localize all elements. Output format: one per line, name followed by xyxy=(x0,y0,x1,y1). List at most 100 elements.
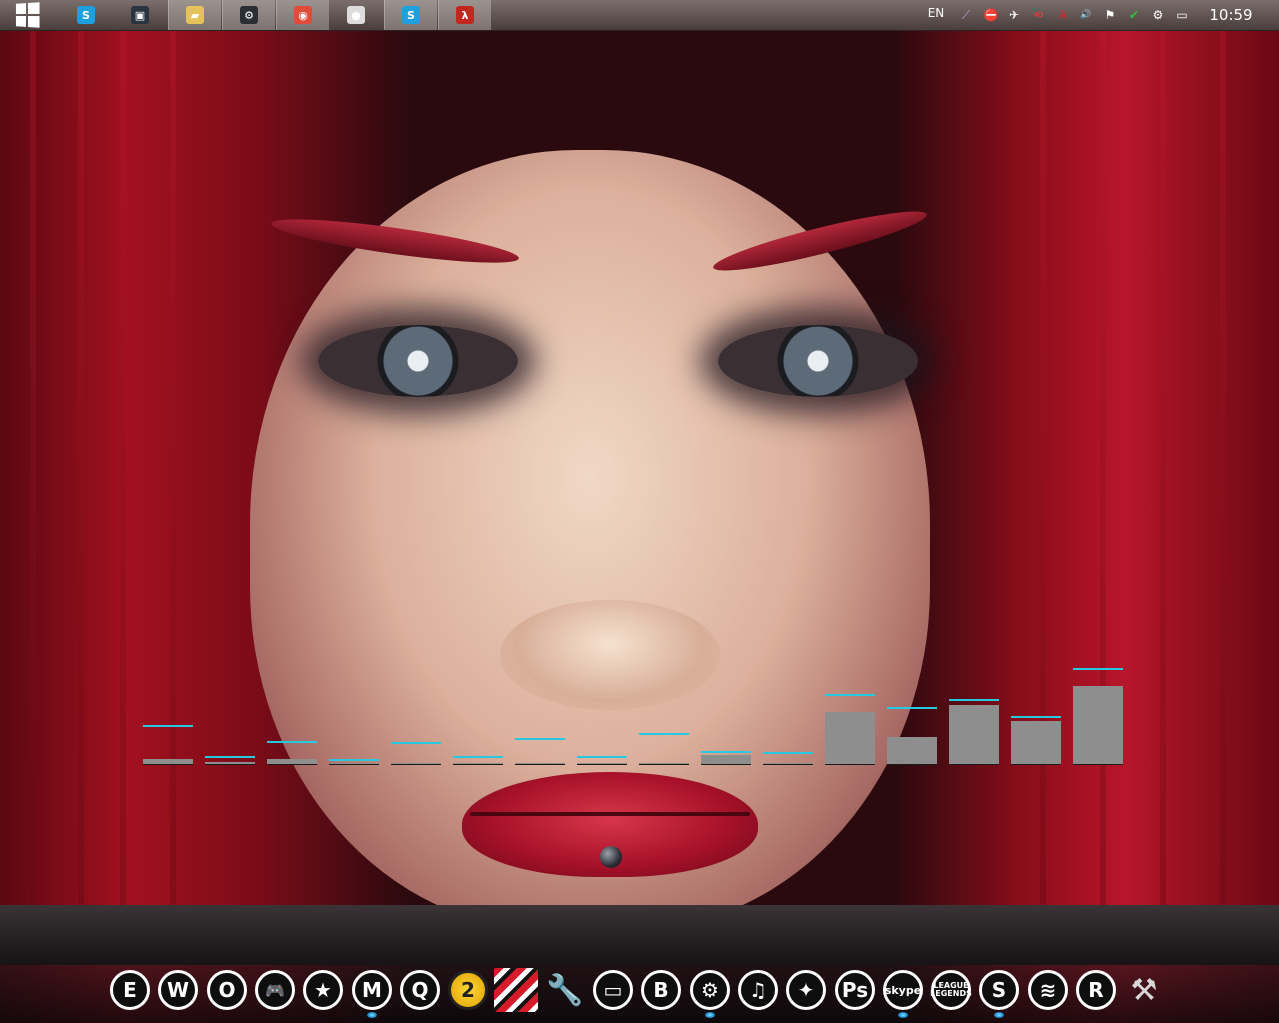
w-icon: W xyxy=(158,970,198,1010)
m-icon: M xyxy=(352,970,392,1010)
check-icon: ✔ xyxy=(1128,8,1140,22)
visualizer-peak xyxy=(515,738,565,740)
wrench-icon: 🔧 xyxy=(546,972,584,1008)
visualizer-baseline xyxy=(267,764,317,765)
dock-item-s[interactable]: S xyxy=(977,968,1021,1012)
o-icon: O xyxy=(207,970,247,1010)
record-icon: чо xyxy=(1032,10,1044,20)
taskbar: S ▣ ▰ ⚙ ◉ ● Sλ EN ⟋ ⛔ ✈ чо A 🔊 ⚑ ✔ ⚙ ▭ 10:59 xyxy=(0,0,1279,31)
console-window-icon: ▣ xyxy=(131,6,149,24)
visualizer-bar xyxy=(887,737,937,764)
tray-steam-tray-button[interactable]: ⚙ xyxy=(1148,0,1168,30)
dock-item-steam-dock[interactable]: ⚙ xyxy=(688,968,732,1012)
dock-item-star[interactable]: ★ xyxy=(301,968,345,1012)
tray-record-button[interactable]: чо xyxy=(1028,0,1048,30)
desktop-wallpaper xyxy=(0,0,1279,1023)
counter-strike-icon: ✦ xyxy=(786,970,826,1010)
network-icon: ▭ xyxy=(1176,8,1188,22)
hammer-icon: ⚒ xyxy=(1130,972,1158,1008)
ball-icon: ● xyxy=(347,6,365,24)
visualizer-bar xyxy=(1011,721,1061,764)
taskbar-button-skype[interactable]: S xyxy=(60,0,112,30)
s-icon: S xyxy=(979,970,1019,1010)
visualizer-baseline xyxy=(577,764,627,765)
visualizer-peak xyxy=(949,699,999,701)
swoosh-icon: ≋ xyxy=(1028,970,1068,1010)
dock-item-w[interactable]: W xyxy=(156,968,200,1012)
dock-item-audio[interactable]: ♫ xyxy=(736,968,780,1012)
visualizer-baseline xyxy=(391,764,441,765)
taskbar-button-console[interactable]: ▣ xyxy=(114,0,166,30)
visualizer-peak xyxy=(267,741,317,743)
visualizer-peak xyxy=(1011,716,1061,718)
visualizer-baseline xyxy=(949,764,999,765)
league-of-legends-icon: LEAGUE LEGENDS xyxy=(930,970,972,1010)
tray-network-button[interactable]: ▭ xyxy=(1172,0,1192,30)
visualizer-bar xyxy=(825,712,875,764)
running-indicator xyxy=(705,1012,715,1018)
dock-item-league-of-legends[interactable]: LEAGUE LEGENDS xyxy=(929,968,973,1012)
taskbar-button-steam[interactable]: ⚙ xyxy=(222,0,275,30)
tray-airplane-button[interactable]: ✈ xyxy=(1004,0,1024,30)
chrome-icon: ◉ xyxy=(294,6,312,24)
flag-icon: ⚑ xyxy=(1104,8,1116,22)
visualizer-peak xyxy=(763,752,813,754)
visualizer-baseline xyxy=(887,764,937,765)
visualizer-peak xyxy=(391,742,441,744)
folder-icon: ▰ xyxy=(186,6,204,24)
start-button[interactable] xyxy=(6,1,48,29)
tray-adobe-button[interactable]: A xyxy=(1053,0,1073,30)
dock-item-e[interactable]: E xyxy=(108,968,152,1012)
volume-icon: 🔊 xyxy=(1080,10,1092,20)
dock-item-gamepad[interactable]: 🎮 xyxy=(253,968,297,1012)
dock-item-r[interactable]: R xyxy=(1074,968,1118,1012)
visualizer-baseline xyxy=(205,764,255,765)
tray-volume-button[interactable]: 🔊 xyxy=(1076,0,1096,30)
skype-dock-icon: skype xyxy=(883,970,923,1010)
language-indicator[interactable]: EN xyxy=(922,0,950,28)
visualizer-baseline xyxy=(639,764,689,765)
tray-flag-button[interactable]: ⚑ xyxy=(1100,0,1120,30)
visualizer-peak xyxy=(143,725,193,727)
adobe-icon: A xyxy=(1058,8,1068,22)
visualizer-peak xyxy=(1073,668,1123,670)
visualizer-bar xyxy=(701,755,751,764)
tray-feather-button[interactable]: ⟋ xyxy=(956,0,976,30)
visualizer-baseline xyxy=(1073,764,1123,765)
dock-item-o[interactable]: O xyxy=(205,968,249,1012)
taskbar-button-skype-2[interactable]: S xyxy=(384,0,437,30)
photoshop-icon: Ps xyxy=(835,970,875,1010)
skype-icon: S xyxy=(77,6,95,24)
dock-item-hammer[interactable]: ⚒ xyxy=(1122,968,1166,1012)
q-icon: Q xyxy=(400,970,440,1010)
tray-check-button[interactable]: ✔ xyxy=(1124,0,1144,30)
visualizer-peak xyxy=(639,733,689,735)
tray-stop-button[interactable]: ⛔ xyxy=(981,0,1001,30)
dock-item-counter-strike[interactable]: ✦ xyxy=(784,968,828,1012)
visualizer-baseline xyxy=(1011,764,1061,765)
visualizer-baseline xyxy=(329,764,379,765)
star-icon: ★ xyxy=(303,970,343,1010)
visualizer-peak xyxy=(329,759,379,761)
dock-item-skype-dock[interactable]: skype xyxy=(881,968,925,1012)
visualizer-peak xyxy=(205,756,255,758)
clock[interactable]: 10:59 xyxy=(1200,0,1262,30)
windows-logo-icon xyxy=(15,2,40,28)
taskbar-button-chrome[interactable]: ◉ xyxy=(276,0,329,30)
dock-item-monitor[interactable]: ▭ xyxy=(591,968,635,1012)
dock-item-wrench[interactable]: 🔧 xyxy=(543,968,587,1012)
dock-item-photoshop[interactable]: Ps xyxy=(833,968,877,1012)
dock-item-swoosh[interactable]: ≋ xyxy=(1026,968,1070,1012)
taskbar-button-half-life[interactable]: λ xyxy=(438,0,491,30)
dock-item-borderlands2[interactable]: 2 xyxy=(446,968,490,1012)
monitor-icon: ▭ xyxy=(593,970,633,1010)
visualizer-peak xyxy=(887,707,937,709)
taskbar-button-media-player[interactable]: ● xyxy=(330,0,382,30)
dock-item-b[interactable]: B xyxy=(639,968,683,1012)
dock-item-m[interactable]: M xyxy=(350,968,394,1012)
dock-item-stripes[interactable] xyxy=(494,968,538,1012)
e-icon: E xyxy=(110,970,150,1010)
taskbar-button-file-explorer[interactable]: ▰ xyxy=(168,0,221,30)
airplane-icon: ✈ xyxy=(1008,8,1020,22)
dock-item-q[interactable]: Q xyxy=(398,968,442,1012)
